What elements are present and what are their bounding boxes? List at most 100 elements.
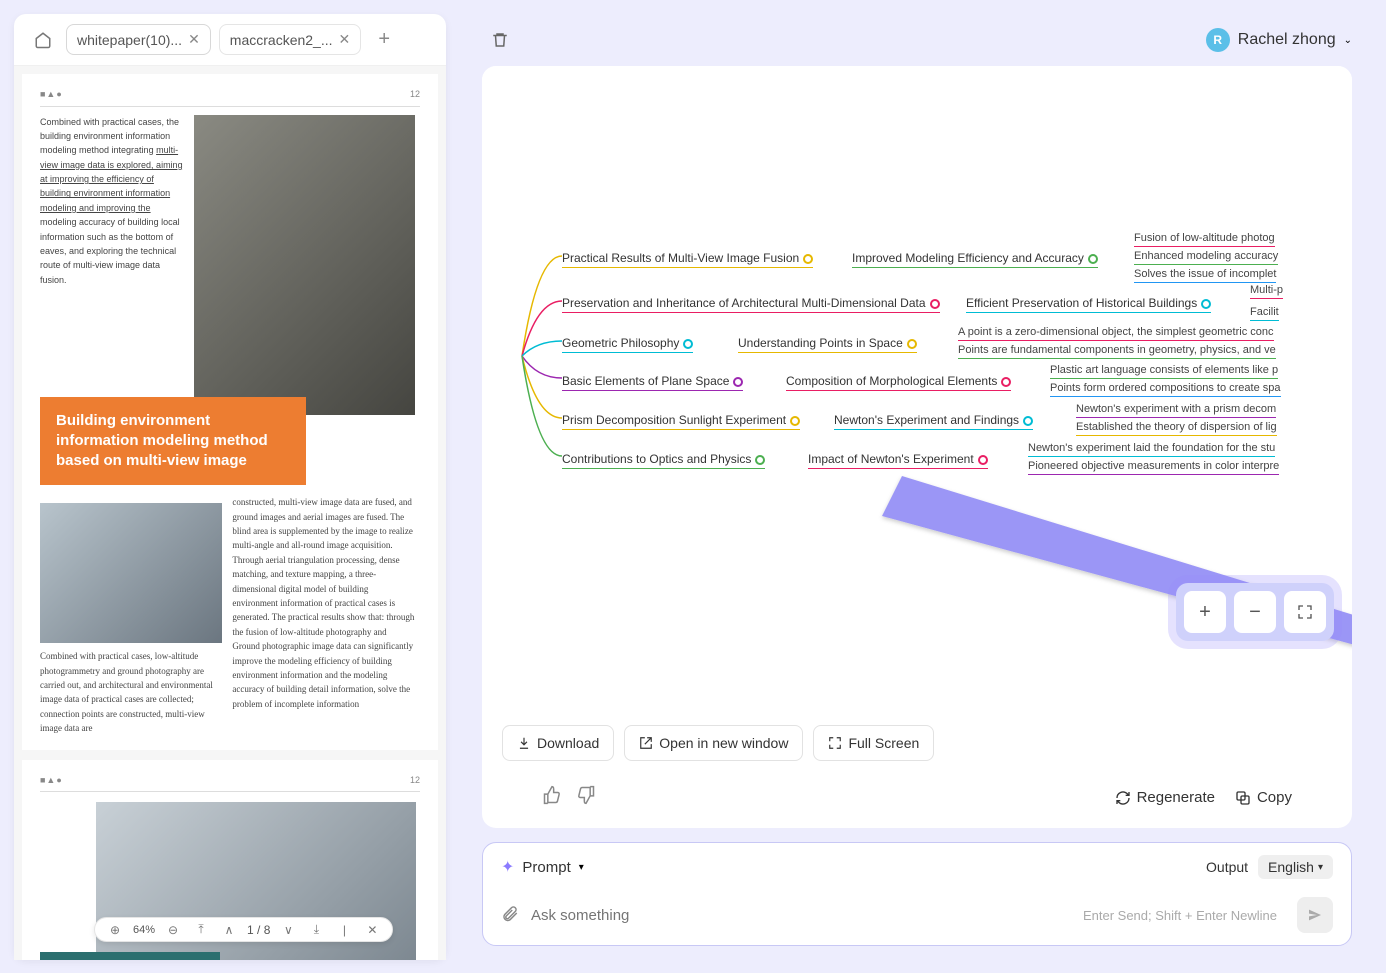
copy-button[interactable]: Copy (1235, 789, 1292, 806)
prompt-input-row: Enter Send; Shift + Enter Newline (501, 897, 1333, 933)
page-marker: ■▲● (40, 774, 63, 788)
prompt-dropdown-icon[interactable]: ▾ (579, 862, 584, 873)
sparkle-icon: ✦ (501, 857, 514, 877)
tab-label: maccracken2_... (230, 32, 333, 48)
mindmap-node[interactable]: Geometric Philosophy (562, 336, 693, 353)
language-value: English (1268, 859, 1314, 875)
doc-text: modeling accuracy of building local info… (40, 217, 180, 285)
tabs-row: whitepaper(10)... ✕ maccracken2_... ✕ + (14, 14, 446, 66)
send-button[interactable] (1297, 897, 1333, 933)
doc-image-wrap (194, 115, 414, 415)
mindmap-node[interactable]: Preservation and Inheritance of Architec… (562, 296, 940, 313)
prev-page-icon[interactable]: ∧ (219, 923, 239, 937)
zoom-out-icon[interactable]: ⊖ (163, 923, 183, 937)
input-hint: Enter Send; Shift + Enter Newline (1083, 908, 1277, 923)
open-new-window-button[interactable]: Open in new window (624, 725, 803, 761)
mindmap-node[interactable]: Impact of Newton's Experiment (808, 452, 988, 469)
mindmap-node[interactable]: Newton's experiment laid the foundation … (1028, 442, 1275, 457)
avatar: R (1206, 28, 1230, 52)
close-icon[interactable]: ✕ (188, 31, 200, 48)
add-tab-button[interactable]: + (369, 25, 399, 55)
thumbs-up-button[interactable] (542, 785, 562, 810)
tab-whitepaper[interactable]: whitepaper(10)... ✕ (66, 24, 211, 55)
mindmap-node[interactable]: Newton's Experiment and Findings (834, 413, 1033, 430)
user-name: Rachel zhong (1238, 31, 1336, 49)
regenerate-button[interactable]: Regenerate (1115, 789, 1215, 806)
architecture-image (194, 115, 414, 415)
first-page-icon[interactable]: ⤒ (191, 922, 211, 937)
fit-screen-button[interactable] (1284, 591, 1326, 633)
mindmap-node[interactable]: Established the theory of dispersion of … (1076, 421, 1277, 436)
mindmap-node[interactable]: Composition of Morphological Elements (786, 374, 1011, 391)
mindmap-node[interactable]: Prism Decomposition Sunlight Experiment (562, 413, 800, 430)
zoom-out-button[interactable]: − (1234, 591, 1276, 633)
chevron-down-icon: ▾ (1318, 862, 1323, 873)
mindmap-node[interactable]: Points are fundamental components in geo… (958, 344, 1276, 359)
highlight-arrow (862, 436, 1352, 711)
trash-button[interactable] (482, 22, 518, 58)
copy-label: Copy (1257, 789, 1292, 806)
doc-text: Combined with practical cases, low-altit… (40, 649, 222, 735)
fullscreen-button[interactable]: Full Screen (813, 725, 934, 761)
doc-title: Building environment information modelin… (40, 397, 306, 486)
page-number: 12 (410, 88, 420, 102)
mindmap-node[interactable]: Contributions to Optics and Physics (562, 452, 765, 469)
attachment-icon[interactable] (501, 904, 519, 927)
zoom-in-icon[interactable]: ⊕ (105, 923, 125, 937)
result-card: Practical Results of Multi-View Image Fu… (482, 66, 1352, 828)
doc-col-left2: Combined with practical cases, low-altit… (40, 495, 222, 735)
card-actions: Download Open in new window Full Screen (482, 711, 1352, 775)
download-button[interactable]: Download (502, 725, 614, 761)
mindmap-node[interactable]: Improved Modeling Efficiency and Accurac… (852, 251, 1098, 268)
doc-text-underline: multi-view image data is explored, aimin… (40, 145, 183, 213)
page-indicator: 1 / 8 (247, 923, 270, 937)
doc-page-1: ■▲● 12 Combined with practical cases, th… (22, 74, 438, 750)
mindmap-canvas[interactable]: Practical Results of Multi-View Image Fu… (482, 66, 1352, 711)
regenerate-label: Regenerate (1137, 789, 1215, 806)
top-bar: R Rachel zhong ⌄ (462, 14, 1372, 66)
zoom-percent: 64% (133, 924, 155, 936)
mindmap-node[interactable]: Multi-p (1250, 284, 1283, 299)
prompt-input[interactable] (531, 907, 1071, 924)
fullscreen-label: Full Screen (848, 735, 919, 751)
prompt-card: ✦ Prompt ▾ Output English ▾ Enter Send; … (482, 842, 1352, 946)
zoom-controls: + − (1176, 583, 1334, 641)
zoom-in-button[interactable]: + (1184, 591, 1226, 633)
mindmap-node[interactable]: Newton's experiment with a prism decom (1076, 403, 1276, 418)
mindmap-node[interactable]: Plastic art language consists of element… (1050, 364, 1278, 379)
mindmap-node[interactable]: Points form ordered compositions to crea… (1050, 382, 1281, 397)
output-label: Output (1206, 859, 1248, 875)
mindmap-node[interactable]: Basic Elements of Plane Space (562, 374, 743, 391)
doc-text: constructed, multi-view image data are f… (232, 495, 414, 735)
mindmap-node[interactable]: Understanding Points in Space (738, 336, 917, 353)
user-menu[interactable]: R Rachel zhong ⌄ (1206, 28, 1352, 52)
tab-label: whitepaper(10)... (77, 32, 182, 48)
page-number: 12 (410, 774, 420, 788)
last-page-icon[interactable]: ⤓ (306, 922, 326, 937)
page-marker: ■▲● (40, 88, 63, 102)
prompt-header: ✦ Prompt ▾ Output English ▾ (501, 855, 1333, 879)
language-select[interactable]: English ▾ (1258, 855, 1333, 879)
mindmap-node[interactable]: Solves the issue of incomplet (1134, 268, 1276, 283)
next-page-icon[interactable]: ∨ (278, 923, 298, 937)
mindmap-node[interactable]: Efficient Preservation of Historical Bui… (966, 296, 1211, 313)
mindmap-node[interactable]: A point is a zero-dimensional object, th… (958, 326, 1274, 341)
person-computer-image (40, 503, 222, 643)
mindmap-node[interactable]: Fusion of low-altitude photog (1134, 232, 1275, 247)
tab-maccracken[interactable]: maccracken2_... ✕ (219, 24, 361, 55)
close-icon[interactable]: ✕ (339, 31, 351, 48)
chevron-down-icon: ⌄ (1344, 35, 1352, 46)
close-toolbar-icon[interactable]: ✕ (362, 923, 382, 937)
prompt-label[interactable]: Prompt (522, 859, 570, 876)
mindmap-node[interactable]: Pioneered objective measurements in colo… (1028, 460, 1279, 475)
chat-panel: R Rachel zhong ⌄ Practical Results of Mu… (462, 14, 1372, 960)
document-scroll[interactable]: ■▲● 12 Combined with practical cases, th… (14, 66, 446, 960)
home-button[interactable] (28, 25, 58, 55)
mindmap-node[interactable]: Practical Results of Multi-View Image Fu… (562, 251, 813, 268)
mindmap-node[interactable]: Facilit (1250, 306, 1279, 321)
doc-title-2: The practical results show that through … (40, 952, 220, 960)
new-window-label: Open in new window (659, 735, 788, 751)
download-label: Download (537, 735, 599, 751)
mindmap-node[interactable]: Enhanced modeling accuracy (1134, 250, 1278, 265)
thumbs-down-button[interactable] (576, 785, 596, 810)
